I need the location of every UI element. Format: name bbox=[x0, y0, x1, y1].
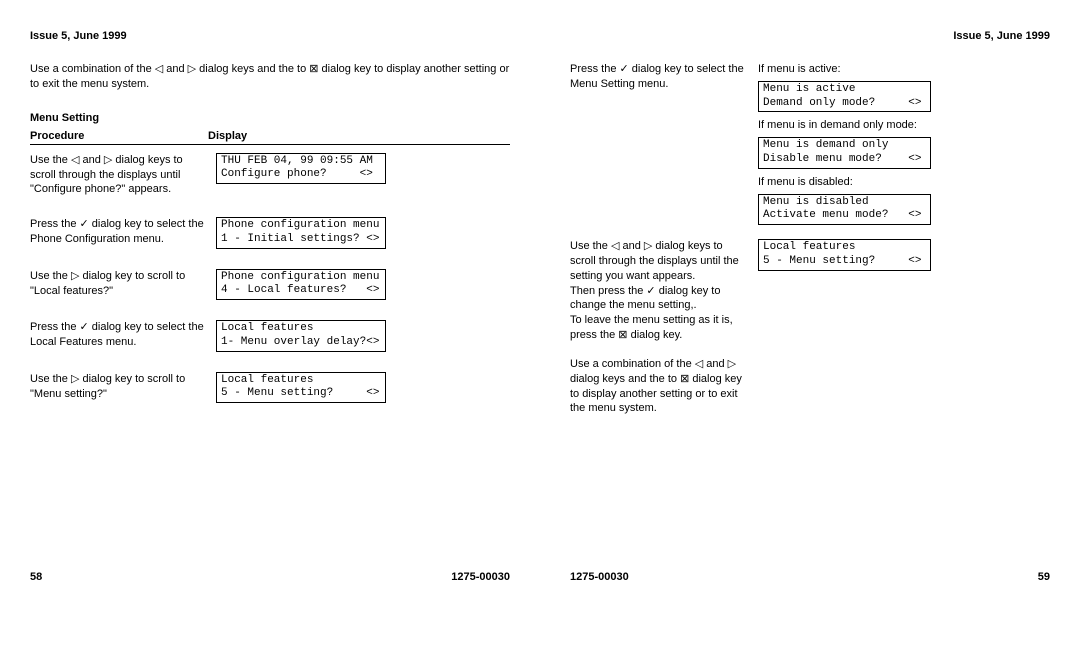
table-header: Procedure Display bbox=[30, 130, 510, 145]
table-row: Press the ✓ dialog key to select the Men… bbox=[570, 62, 1050, 225]
procedure-text: Use the ▷ dialog key to scroll to "Local… bbox=[30, 269, 216, 301]
display-box: Local features 5 - Menu setting? <> bbox=[758, 239, 931, 271]
col-procedure: Procedure bbox=[30, 130, 208, 142]
issue-header-left: Issue 5, June 1999 bbox=[30, 30, 510, 42]
procedure-text: Press the ✓ dialog key to select the Loc… bbox=[30, 320, 216, 352]
table-row: Use the ◁ and ▷ dialog keys to scroll th… bbox=[30, 153, 510, 198]
doc-number: 1275-00030 bbox=[451, 571, 510, 583]
table-row: Press the ✓ dialog key to select the Loc… bbox=[30, 320, 510, 352]
procedure-text: Press the ✓ dialog key to select the Men… bbox=[570, 62, 758, 225]
col-display: Display bbox=[208, 130, 247, 142]
condition-label: If menu is active: bbox=[758, 62, 931, 77]
page-number: 58 bbox=[30, 571, 42, 583]
display-box: Phone configuration menu 4 - Local featu… bbox=[216, 269, 386, 301]
table-row: Use the ◁ and ▷ dialog keys to scroll th… bbox=[570, 239, 1050, 343]
procedure-text: Use the ▷ dialog key to scroll to "Menu … bbox=[30, 372, 216, 404]
condition-label: If menu is disabled: bbox=[758, 175, 931, 190]
display-box: Menu is disabled Activate menu mode? <> bbox=[758, 194, 931, 226]
display-box: Menu is demand only Disable menu mode? <… bbox=[758, 137, 931, 169]
procedure-text: Press the ✓ dialog key to select the Pho… bbox=[30, 217, 216, 249]
table-row: Use a combination of the ◁ and ▷ dialog … bbox=[570, 357, 1050, 416]
display-box: THU FEB 04, 99 09:55 AM Configure phone?… bbox=[216, 153, 386, 185]
display-box: Menu is active Demand only mode? <> bbox=[758, 81, 931, 113]
procedure-text: Use the ◁ and ▷ dialog keys to scroll th… bbox=[570, 239, 758, 343]
section-title: Menu Setting bbox=[30, 112, 510, 124]
issue-header-right: Issue 5, June 1999 bbox=[570, 30, 1050, 42]
display-box: Phone configuration menu 1 - Initial set… bbox=[216, 217, 386, 249]
right-page: Issue 5, June 1999 Press the ✓ dialog ke… bbox=[570, 30, 1050, 583]
footer-left: 58 1275-00030 bbox=[30, 571, 510, 583]
display-box: Local features 5 - Menu setting? <> bbox=[216, 372, 386, 404]
page-number: 59 bbox=[1038, 571, 1050, 583]
left-page: Issue 5, June 1999 Use a combination of … bbox=[30, 30, 510, 583]
procedure-text: Use the ◁ and ▷ dialog keys to scroll th… bbox=[30, 153, 216, 198]
condition-label: If menu is in demand only mode: bbox=[758, 118, 931, 133]
intro-text: Use a combination of the ◁ and ▷ dialog … bbox=[30, 62, 510, 92]
procedure-text: Use a combination of the ◁ and ▷ dialog … bbox=[570, 357, 758, 416]
table-row: Use the ▷ dialog key to scroll to "Menu … bbox=[30, 372, 510, 404]
doc-number: 1275-00030 bbox=[570, 571, 629, 583]
footer-right: 1275-00030 59 bbox=[570, 571, 1050, 583]
table-row: Press the ✓ dialog key to select the Pho… bbox=[30, 217, 510, 249]
display-group: If menu is active: Menu is active Demand… bbox=[758, 62, 931, 225]
table-row: Use the ▷ dialog key to scroll to "Local… bbox=[30, 269, 510, 301]
display-box: Local features 1- Menu overlay delay?<> bbox=[216, 320, 386, 352]
